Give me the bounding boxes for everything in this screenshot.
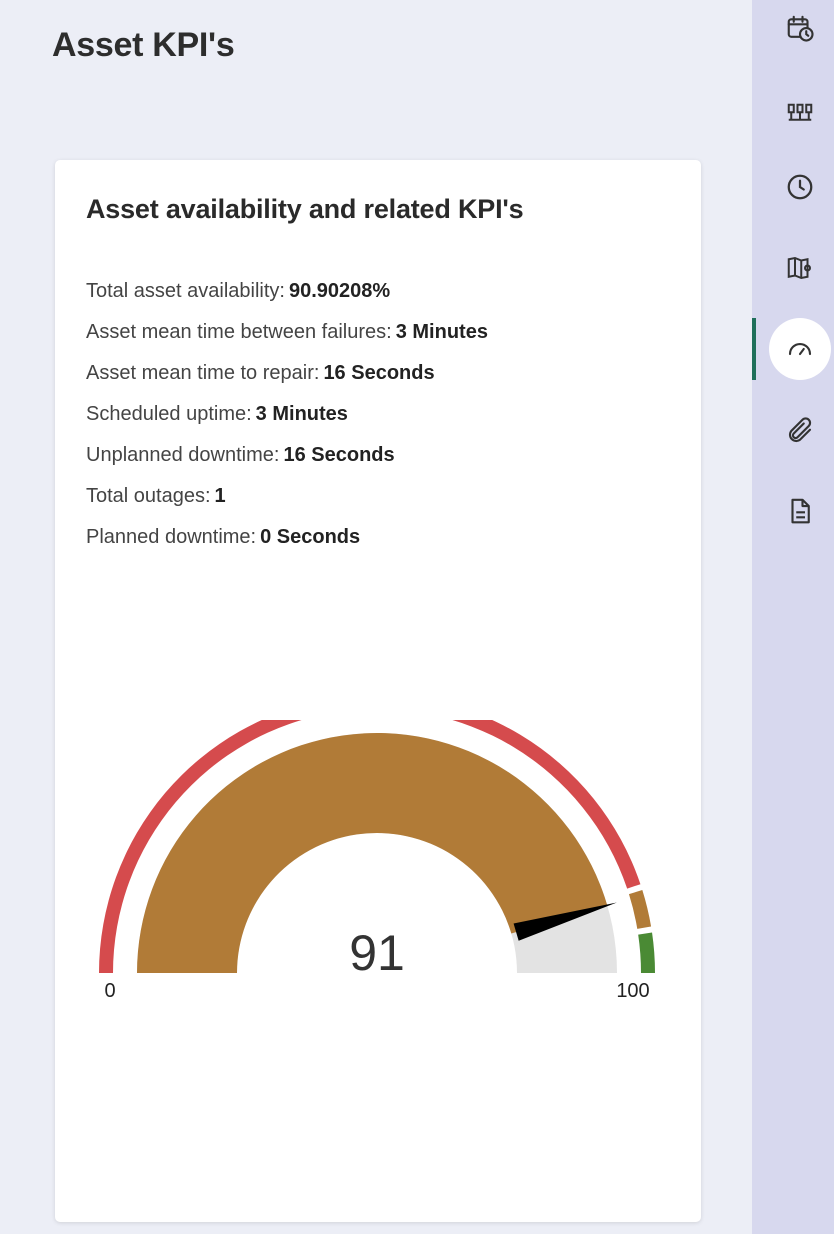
active-indicator [752, 318, 756, 380]
page-title: Asset KPI's [52, 26, 235, 64]
availability-gauge: 91 0 100 [99, 720, 655, 1002]
gauge-value-label: 91 [349, 925, 405, 981]
kpi-value: 3 Minutes [395, 321, 488, 343]
asset-kpi-card: Asset availability and related KPI's Tot… [55, 160, 701, 1222]
kpi-value: 16 Seconds [283, 444, 395, 466]
sidebar-item-map[interactable] [769, 237, 831, 299]
kpi-row-planned-downtime: Planned downtime: 0 Seconds [86, 519, 488, 560]
speedometer-icon [788, 342, 812, 356]
kpi-label: Asset mean time between failures: [86, 321, 392, 343]
kpi-row-total-availability: Total asset availability: 90.90208% [86, 273, 488, 314]
kpi-row-mtbf: Asset mean time between failures: 3 Minut… [86, 314, 488, 355]
sidebar-item-schedule[interactable] [769, 0, 831, 59]
right-sidebar [752, 0, 834, 1234]
kpi-value: 16 Seconds [323, 362, 435, 384]
org-chart-icon [787, 103, 813, 121]
paperclip-icon [788, 417, 812, 443]
clock-icon [787, 174, 813, 200]
card-title: Asset availability and related KPI's [86, 194, 524, 224]
sidebar-item-kpi[interactable] [769, 318, 831, 380]
kpi-list: Total asset availability: 90.90208% Asset… [86, 273, 488, 560]
document-icon [791, 498, 810, 524]
sidebar-item-attachments[interactable] [769, 400, 831, 462]
kpi-value: 1 [214, 485, 226, 507]
kpi-label: Total outages: [86, 485, 211, 507]
kpi-label: Planned downtime: [86, 526, 257, 548]
sidebar-item-history[interactable] [769, 156, 831, 218]
kpi-row-total-outages: Total outages: 1 [86, 478, 488, 519]
kpi-label: Scheduled uptime: [86, 403, 252, 425]
kpi-label: Total asset availability: [86, 280, 285, 302]
kpi-row-scheduled-uptime: Scheduled uptime: 3 Minutes [86, 396, 488, 437]
kpi-value: 90.90208% [288, 280, 391, 302]
calendar-clock-icon [787, 15, 814, 42]
kpi-value: 3 Minutes [255, 403, 348, 425]
kpi-label: Asset mean time to repair: [86, 362, 320, 384]
sidebar-item-hierarchy[interactable] [769, 80, 831, 142]
gauge-max-label: 100 [616, 980, 649, 1002]
map-panel-icon [787, 256, 811, 280]
gauge-min-label: 0 [104, 980, 115, 1002]
kpi-label: Unplanned downtime: [86, 444, 280, 466]
sidebar-item-documents[interactable] [769, 480, 831, 542]
main-content: Asset KPI's Asset availability and relat… [0, 0, 752, 1234]
gauge-band-2 [638, 932, 655, 973]
kpi-row-mttr: Asset mean time to repair: 16 Seconds [86, 355, 488, 396]
kpi-value: 0 Seconds [260, 526, 361, 548]
kpi-row-unplanned-downtime: Unplanned downtime: 16 Seconds [86, 437, 488, 478]
gauge-band-1 [628, 890, 652, 929]
